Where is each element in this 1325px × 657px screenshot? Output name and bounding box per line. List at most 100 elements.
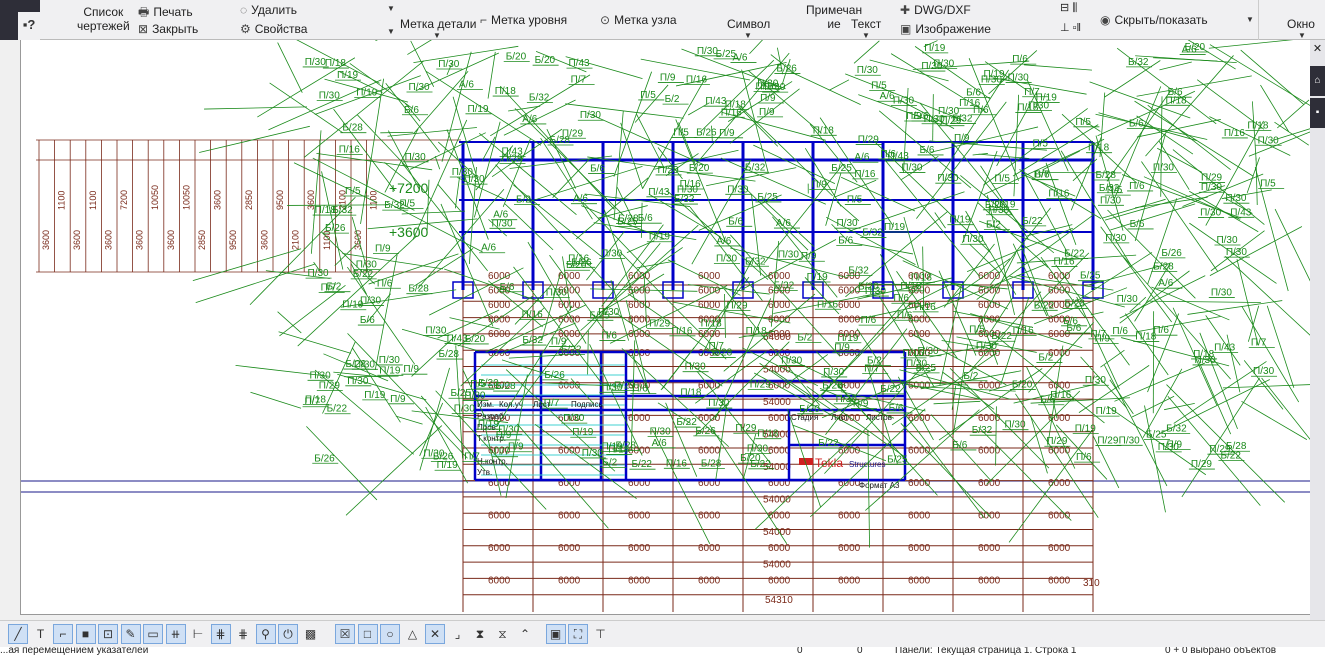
leader-icon[interactable]: ⌐ [53,624,73,644]
drawing-canvas[interactable]: 6000 6000 6000 6000 6000 6000 6000 6000 6000 5400… [1,0,1325,615]
zoom-icon[interactable]: ⚲ [255,624,276,644]
hide-show-button[interactable]: ◉ Скрыть/показать [1100,13,1208,27]
chevron-icon[interactable]: ⌃ [515,624,535,644]
part-mark: П/30 [901,163,923,174]
part-mark: П/7 [544,398,560,409]
chevron-down-icon[interactable]: ▼ [744,31,752,40]
dimension-label: 6000 [698,576,721,587]
part-mark: Б/25 [831,163,852,174]
properties-button[interactable]: ⚙ Свойства [240,22,307,36]
grid-icon[interactable]: ⋕ [210,624,231,644]
drawing-list-button[interactable]: Список чертежей [77,5,130,33]
brush-icon[interactable]: ✎ [120,624,141,644]
label: Метка узла [614,13,677,27]
hourglass-alt-icon[interactable]: ⧖ [493,624,513,644]
dwg-import-button[interactable]: ✚ DWG/DXF [900,3,971,17]
cross-icon[interactable]: ✕ [425,624,445,644]
dimension-label: 6000 [908,576,931,587]
node-mark-button[interactable]: ⊙ Метка узла [600,13,677,27]
part-mark: Б/22 [353,269,374,280]
part-mark: П/43 [888,151,910,162]
plug-icon[interactable]: ⏻ [278,624,298,644]
pattern-icon[interactable]: ▩ [301,624,321,644]
dimension-label: 6000 [908,511,931,522]
catalog-icon[interactable]: ⌂ [1310,66,1325,96]
part-mark: Б/28 [439,349,460,360]
symbol-button[interactable]: Символ [727,17,770,31]
align-bottom-icon[interactable]: ⊥ [1060,22,1070,34]
dimension-label: 6000 [488,543,511,554]
hourglass-icon[interactable]: ⧗ [470,624,490,644]
point-icon[interactable]: ⊡ [98,624,118,644]
chevron-down-icon[interactable]: ▼ [387,27,395,36]
part-mark: Б/25 [1080,271,1101,282]
select-object-icon[interactable]: ▣ [545,624,566,644]
leader-line [1208,37,1308,49]
align-icons[interactable]: ⊟ ⫼ [1060,1,1077,15]
part-mark: П/29 [735,423,757,434]
part-mark: Б/2 [665,94,680,105]
dimension-label: 3600 [72,230,82,250]
part-mark-button[interactable]: Метка детали [400,17,476,31]
leader-line [199,125,310,153]
chevron-down-icon[interactable]: ▼ [387,4,395,13]
line-icon[interactable]: ╱ [8,624,28,644]
leader-line [395,415,423,425]
part-mark: П/7 [1024,87,1040,98]
part-mark: П/30 [708,398,730,409]
part-mark: П/18 [813,125,835,136]
align-right-icon[interactable]: ▫‖ [1073,22,1081,34]
delete-button[interactable]: ◌ Удалить [240,3,297,17]
triangle-icon[interactable]: △ [403,624,423,644]
part-mark: Б/6 [360,315,375,326]
dimension-label: 6000 [698,543,721,554]
part-mark: Б/22 [1022,216,1043,227]
chevron-down-icon[interactable]: ▼ [433,31,441,40]
box-x-icon[interactable]: ☒ [335,624,355,644]
part-mark: П/19 [807,272,829,283]
properties-panel-icon[interactable]: ▪ [1310,98,1325,128]
align-center-icon[interactable]: ⫼ [1072,2,1077,14]
close-icon[interactable]: ✕ [1310,42,1325,55]
text-icon[interactable]: T [31,624,51,644]
part-mark: Б/2 [963,371,978,382]
window-button[interactable]: Окно [1287,17,1315,31]
drawing[interactable]: 6000 6000 6000 6000 6000 6000 6000 6000 6000 5400… [1,0,1325,615]
leader-line [1209,226,1303,277]
corner-icon[interactable]: ⌟ [448,624,468,644]
pin-icon[interactable]: ⊤ [591,624,611,644]
align-top-icon[interactable]: ⊟ [1060,2,1069,14]
dimension-label: 6000 [488,300,511,311]
window-icon[interactable]: ▭ [143,624,163,644]
close-button[interactable]: ⊠ Закрыть [138,22,198,36]
part-mark: П/5 [969,324,985,335]
close-drawing-icon: ⊠ [138,22,149,36]
dimension-label: 1100 [57,191,67,210]
print-button[interactable]: 🖶 Печать [138,3,193,24]
align-icons[interactable]: ⊥ ▫‖ [1060,21,1081,34]
circle-icon[interactable]: ○ [380,624,400,644]
dimension-icon[interactable]: ⊢ [188,624,208,644]
grid-alt-icon[interactable]: ⋕ [233,624,253,644]
part-mark: Б/25 [589,310,610,321]
leader-line [636,114,664,167]
label: Символ [727,17,771,31]
part-mark: П/5 [871,81,887,92]
text-button[interactable]: Текст [851,17,881,31]
help-icon[interactable]: ▪? [18,12,40,40]
ribbon-expand-icon[interactable]: ▼ [1246,15,1254,24]
chevron-down-icon[interactable]: ▼ [862,31,870,40]
filled-rect-icon[interactable]: ■ [75,624,96,644]
part-mark: П/9 [834,342,850,353]
image-button[interactable]: ▣ Изображение [900,22,991,36]
grid-snap-icon[interactable]: ⧺ [165,624,186,644]
rectangle-icon[interactable]: □ [357,624,378,644]
part-mark: П/18 [1017,102,1039,113]
dimension-label: 3600 [259,230,269,250]
level-mark-button[interactable]: ⌐ Метка уровня [480,13,567,27]
part-mark: Б/28 [342,123,363,134]
chevron-down-icon[interactable]: ▼ [1298,31,1306,40]
select-all-icon[interactable]: ⛶ [568,624,588,644]
leader-line [1274,121,1309,146]
part-mark: П/16 [1013,326,1035,337]
